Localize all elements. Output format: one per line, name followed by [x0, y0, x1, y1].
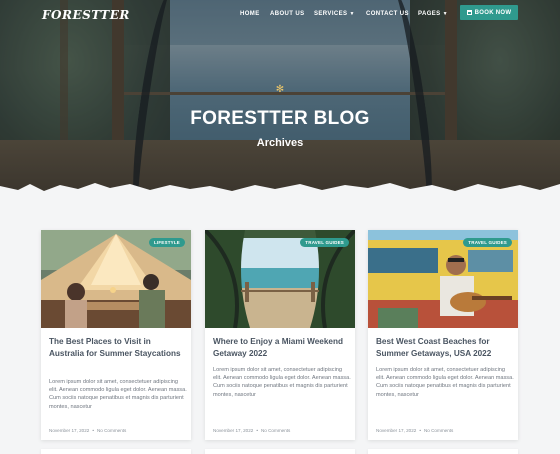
- nav-about-us[interactable]: ABOUT US: [270, 11, 305, 17]
- post-card[interactable]: TRAVEL GUIDES Where to Enjoy a Miami Wee…: [205, 230, 355, 440]
- post-title[interactable]: Best West Coast Beaches for Summer Getaw…: [376, 336, 514, 360]
- post-comments[interactable]: No Comments: [424, 428, 453, 433]
- nav-services-label[interactable]: SERVICES: [314, 11, 347, 17]
- post-excerpt: Lorem ipsum dolor sit amet, consectetuer…: [49, 379, 187, 410]
- calendar-icon: [466, 10, 472, 15]
- nav-pages[interactable]: PAGES ▼: [418, 11, 448, 17]
- category-badge[interactable]: TRAVEL GUIDES: [463, 238, 512, 247]
- sun-icon: ✻: [275, 84, 285, 95]
- chevron-down-icon[interactable]: ▼: [349, 11, 354, 17]
- brush-divider: [0, 183, 560, 200]
- page-title: FORESTTER BLOG: [190, 108, 370, 129]
- post-meta: November 17, 2022 • No Comments: [213, 428, 291, 433]
- post-comments[interactable]: No Comments: [261, 428, 290, 433]
- top-navigation: FORESTTER HOME ABOUT US SERVICES ▼ CONTA…: [0, 0, 560, 28]
- post-meta: November 17, 2022 • No Comments: [376, 428, 454, 433]
- post-excerpt: Lorem ipsum dolor sit amet, consectetuer…: [213, 367, 351, 398]
- page-subtitle: Archives: [256, 137, 304, 149]
- post-date[interactable]: November 17, 2022: [376, 428, 416, 433]
- blog-archive-page: FORESTTER HOME ABOUT US SERVICES ▼ CONTA…: [0, 0, 560, 454]
- post-excerpt: Lorem ipsum dolor sit amet, consectetuer…: [376, 367, 514, 398]
- book-now-button[interactable]: BOOK NOW: [460, 5, 518, 20]
- nav-home-label[interactable]: HOME: [240, 11, 260, 17]
- post-card[interactable]: LIFESTYLE The Best Places to Visit in Au…: [41, 230, 191, 440]
- post-card[interactable]: TRAVEL GUIDES Best West Coast Beaches fo…: [368, 230, 518, 440]
- nav-home[interactable]: HOME: [240, 11, 260, 17]
- nav-contact-us[interactable]: CONTACT US: [366, 11, 409, 17]
- post-card-next-row: [205, 449, 355, 454]
- book-now-label: BOOK NOW: [474, 9, 512, 16]
- category-badge[interactable]: TRAVEL GUIDES: [300, 238, 349, 247]
- post-title[interactable]: Where to Enjoy a Miami Weekend Getaway 2…: [213, 336, 351, 360]
- nav-pages-label[interactable]: PAGES: [418, 11, 441, 17]
- post-comments[interactable]: No Comments: [97, 428, 126, 433]
- nav-services[interactable]: SERVICES ▼: [314, 11, 355, 17]
- post-meta: November 17, 2022 • No Comments: [49, 428, 127, 433]
- post-date[interactable]: November 17, 2022: [213, 428, 253, 433]
- category-badge[interactable]: LIFESTYLE: [148, 238, 185, 247]
- post-date[interactable]: November 17, 2022: [49, 428, 89, 433]
- site-logo[interactable]: FORESTTER: [42, 8, 130, 22]
- nav-about-us-label[interactable]: ABOUT US: [270, 11, 305, 17]
- chevron-down-icon[interactable]: ▼: [443, 11, 448, 17]
- post-card-next-row: [41, 449, 191, 454]
- post-card-next-row: [368, 449, 518, 454]
- hero-banner: [0, 0, 560, 200]
- nav-contact-us-label[interactable]: CONTACT US: [366, 11, 409, 17]
- post-title[interactable]: The Best Places to Visit in Australia fo…: [49, 336, 187, 360]
